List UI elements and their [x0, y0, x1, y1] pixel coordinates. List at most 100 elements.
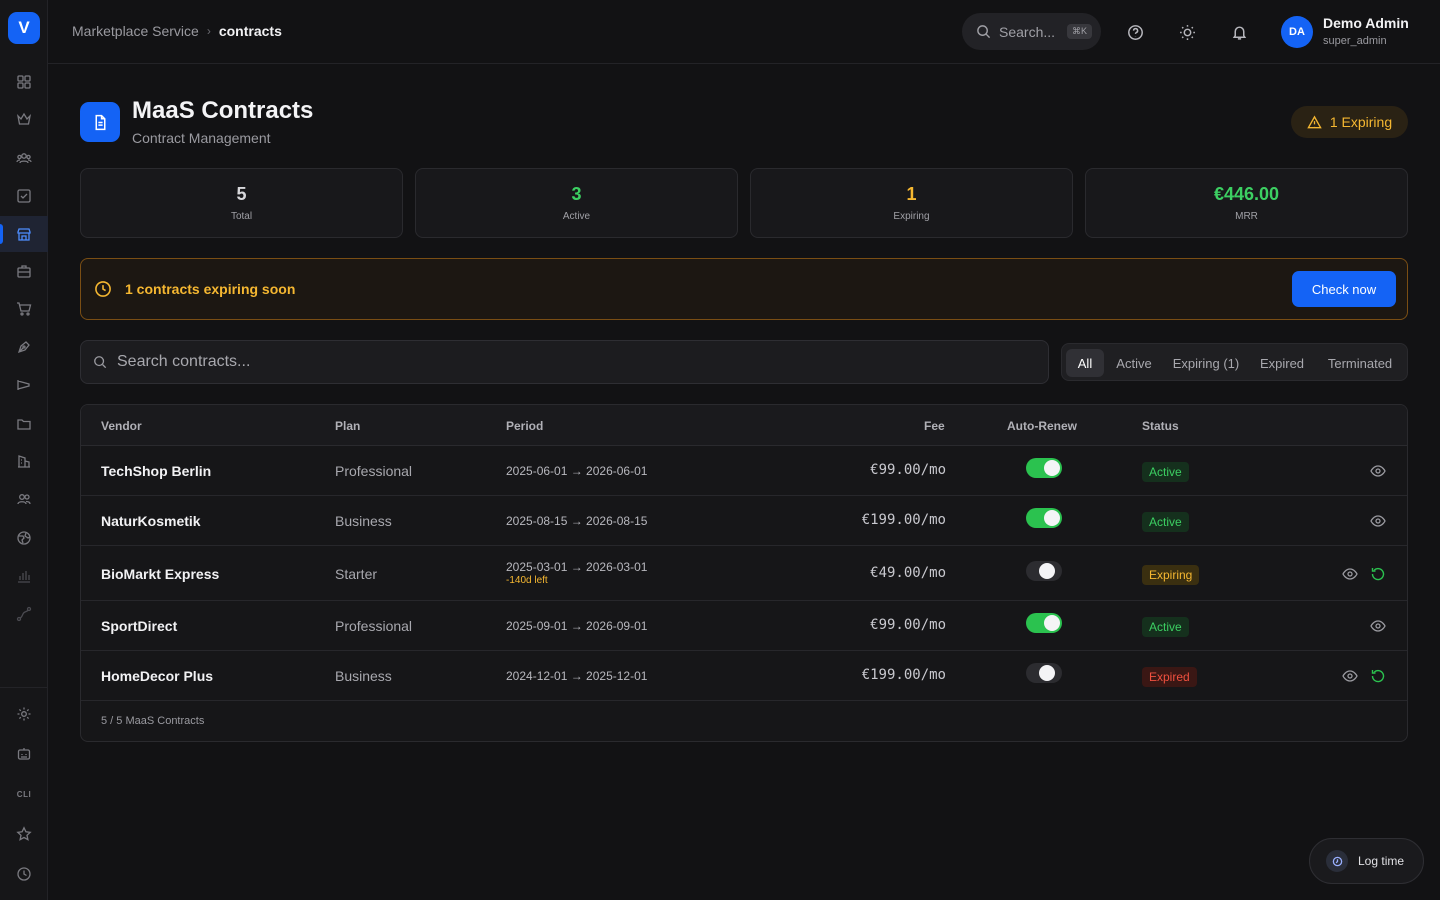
sidebar-item-crown[interactable]	[0, 101, 48, 137]
auto-renew-toggle[interactable]	[1026, 613, 1062, 633]
column-header-fee[interactable]: Fee	[924, 419, 945, 433]
help-button[interactable]	[1125, 22, 1145, 42]
period: 2024-12-01 → 2025-12-01	[506, 669, 648, 683]
expiring-badge[interactable]: 1 Expiring	[1291, 106, 1408, 138]
clock-icon	[95, 281, 111, 297]
filter-active[interactable]: Active	[1108, 349, 1160, 377]
renew-icon[interactable]	[1370, 566, 1386, 582]
filter-expiring[interactable]: Expiring (1)	[1166, 349, 1246, 377]
sidebar-item-files[interactable]	[0, 406, 48, 442]
page-subtitle: Contract Management	[132, 130, 271, 146]
eye-icon[interactable]	[1370, 618, 1386, 634]
contracts-search	[80, 340, 1049, 384]
auto-renew-toggle[interactable]	[1026, 508, 1062, 528]
search-icon	[94, 356, 107, 369]
renew-icon[interactable]	[1370, 668, 1386, 684]
theme-toggle-button[interactable]	[1177, 22, 1197, 42]
cart-icon	[17, 302, 32, 316]
period: 2025-08-15 → 2026-08-15	[506, 514, 648, 528]
vendor-name[interactable]: NaturKosmetik	[101, 513, 201, 529]
plan-name: Starter	[335, 566, 378, 582]
table-row[interactable]: HomeDecor Plus Business 2024-12-01 → 202…	[81, 651, 1407, 701]
chevron-right-icon: ›	[206, 24, 211, 38]
sidebar-item-cart[interactable]	[0, 291, 48, 327]
filter-terminated[interactable]: Terminated	[1318, 349, 1402, 377]
sidebar-item-companies[interactable]	[0, 443, 48, 479]
user-name[interactable]: Demo Admin	[1323, 15, 1409, 31]
plan-name: Business	[335, 668, 392, 684]
status-badge: Expired	[1142, 667, 1197, 687]
sidebar-item-history[interactable]	[0, 856, 48, 892]
building-icon	[18, 455, 30, 468]
table-row[interactable]: SportDirect Professional 2025-09-01 → 20…	[81, 601, 1407, 651]
column-header-vendor[interactable]: Vendor	[101, 419, 142, 433]
app-logo[interactable]: V	[8, 12, 40, 44]
status-badge: Active	[1142, 512, 1189, 532]
cli-icon: CLI	[16, 789, 32, 799]
sidebar-item-users[interactable]	[0, 140, 48, 176]
sidebar-item-dashboard[interactable]	[0, 64, 48, 100]
globe-icon	[17, 531, 31, 545]
fee: €199.00/mo	[861, 667, 946, 683]
sidebar-item-globe[interactable]	[0, 520, 48, 556]
briefcase-icon	[17, 265, 31, 278]
global-search-button[interactable]: Search... ⌘K	[962, 13, 1101, 50]
stat-label: Total	[230, 211, 253, 222]
user-role: super_admin	[1323, 35, 1387, 47]
vendor-name[interactable]: HomeDecor Plus	[101, 668, 213, 684]
vendor-name[interactable]: TechShop Berlin	[101, 463, 211, 479]
period: 2025-09-01 → 2026-09-01	[506, 619, 648, 633]
folder-icon	[17, 419, 31, 430]
check-now-button[interactable]: Check now	[1292, 271, 1396, 307]
filter-all[interactable]: All	[1066, 349, 1104, 377]
avatar[interactable]: DA	[1281, 16, 1313, 48]
days-left-note: -140d left	[506, 575, 548, 586]
sun-icon	[1179, 24, 1195, 40]
sidebar-item-settings[interactable]	[0, 696, 48, 732]
bar-chart-icon	[18, 571, 30, 583]
notifications-button[interactable]	[1229, 22, 1249, 42]
sidebar-divider	[0, 687, 48, 688]
column-header-status[interactable]: Status	[1142, 419, 1179, 433]
clock-icon	[17, 867, 31, 881]
search-input[interactable]	[117, 353, 1017, 371]
auto-renew-toggle[interactable]	[1026, 663, 1062, 683]
plan-name: Professional	[335, 463, 413, 479]
sidebar-item-routes[interactable]	[0, 596, 48, 632]
column-header-plan[interactable]: Plan	[335, 419, 360, 433]
column-header-period[interactable]: Period	[506, 419, 543, 433]
breadcrumb-parent[interactable]: Marketplace Service	[72, 23, 199, 39]
sidebar-item-analytics[interactable]	[0, 558, 48, 594]
sidebar-item-store[interactable]	[0, 216, 48, 252]
column-header-auto-renew[interactable]: Auto-Renew	[1007, 419, 1077, 433]
toggle-knob	[1044, 615, 1060, 631]
stat-card-total: 5 Total	[80, 168, 403, 238]
sidebar-item-favorites[interactable]	[0, 816, 48, 852]
table-header: Vendor Plan Period Fee Auto-Renew Status	[81, 405, 1407, 446]
sidebar-item-cli[interactable]: CLI	[0, 776, 48, 812]
sidebar-item-campaigns[interactable]	[0, 367, 48, 403]
auto-renew-toggle[interactable]	[1026, 561, 1062, 581]
filter-expired[interactable]: Expired	[1250, 349, 1314, 377]
toggle-knob	[1039, 563, 1055, 579]
table-row[interactable]: BioMarkt Express Starter 2025-03-01 → 20…	[81, 546, 1407, 601]
table-row[interactable]: TechShop Berlin Professional 2025-06-01 …	[81, 446, 1407, 496]
toggle-knob	[1044, 460, 1060, 476]
sidebar-item-team[interactable]	[0, 481, 48, 517]
table-row[interactable]: NaturKosmetik Business 2025-08-15 → 2026…	[81, 496, 1407, 546]
eye-icon[interactable]	[1370, 463, 1386, 479]
vendor-name[interactable]: BioMarkt Express	[101, 566, 219, 582]
sidebar-item-bot[interactable]	[0, 736, 48, 772]
sidebar-item-design[interactable]	[0, 329, 48, 365]
topbar: Marketplace Service › contracts Search..…	[48, 0, 1440, 64]
sidebar-item-tasks[interactable]	[0, 178, 48, 214]
vendor-name[interactable]: SportDirect	[101, 618, 177, 634]
eye-icon[interactable]	[1342, 566, 1358, 582]
eye-icon[interactable]	[1342, 668, 1358, 684]
users-group-icon	[16, 153, 32, 164]
sidebar-item-briefcase[interactable]	[0, 253, 48, 289]
auto-renew-toggle[interactable]	[1026, 458, 1062, 478]
eye-icon[interactable]	[1370, 513, 1386, 529]
log-time-button[interactable]: Log time	[1309, 838, 1424, 884]
dashboard-grid-icon	[17, 75, 31, 89]
